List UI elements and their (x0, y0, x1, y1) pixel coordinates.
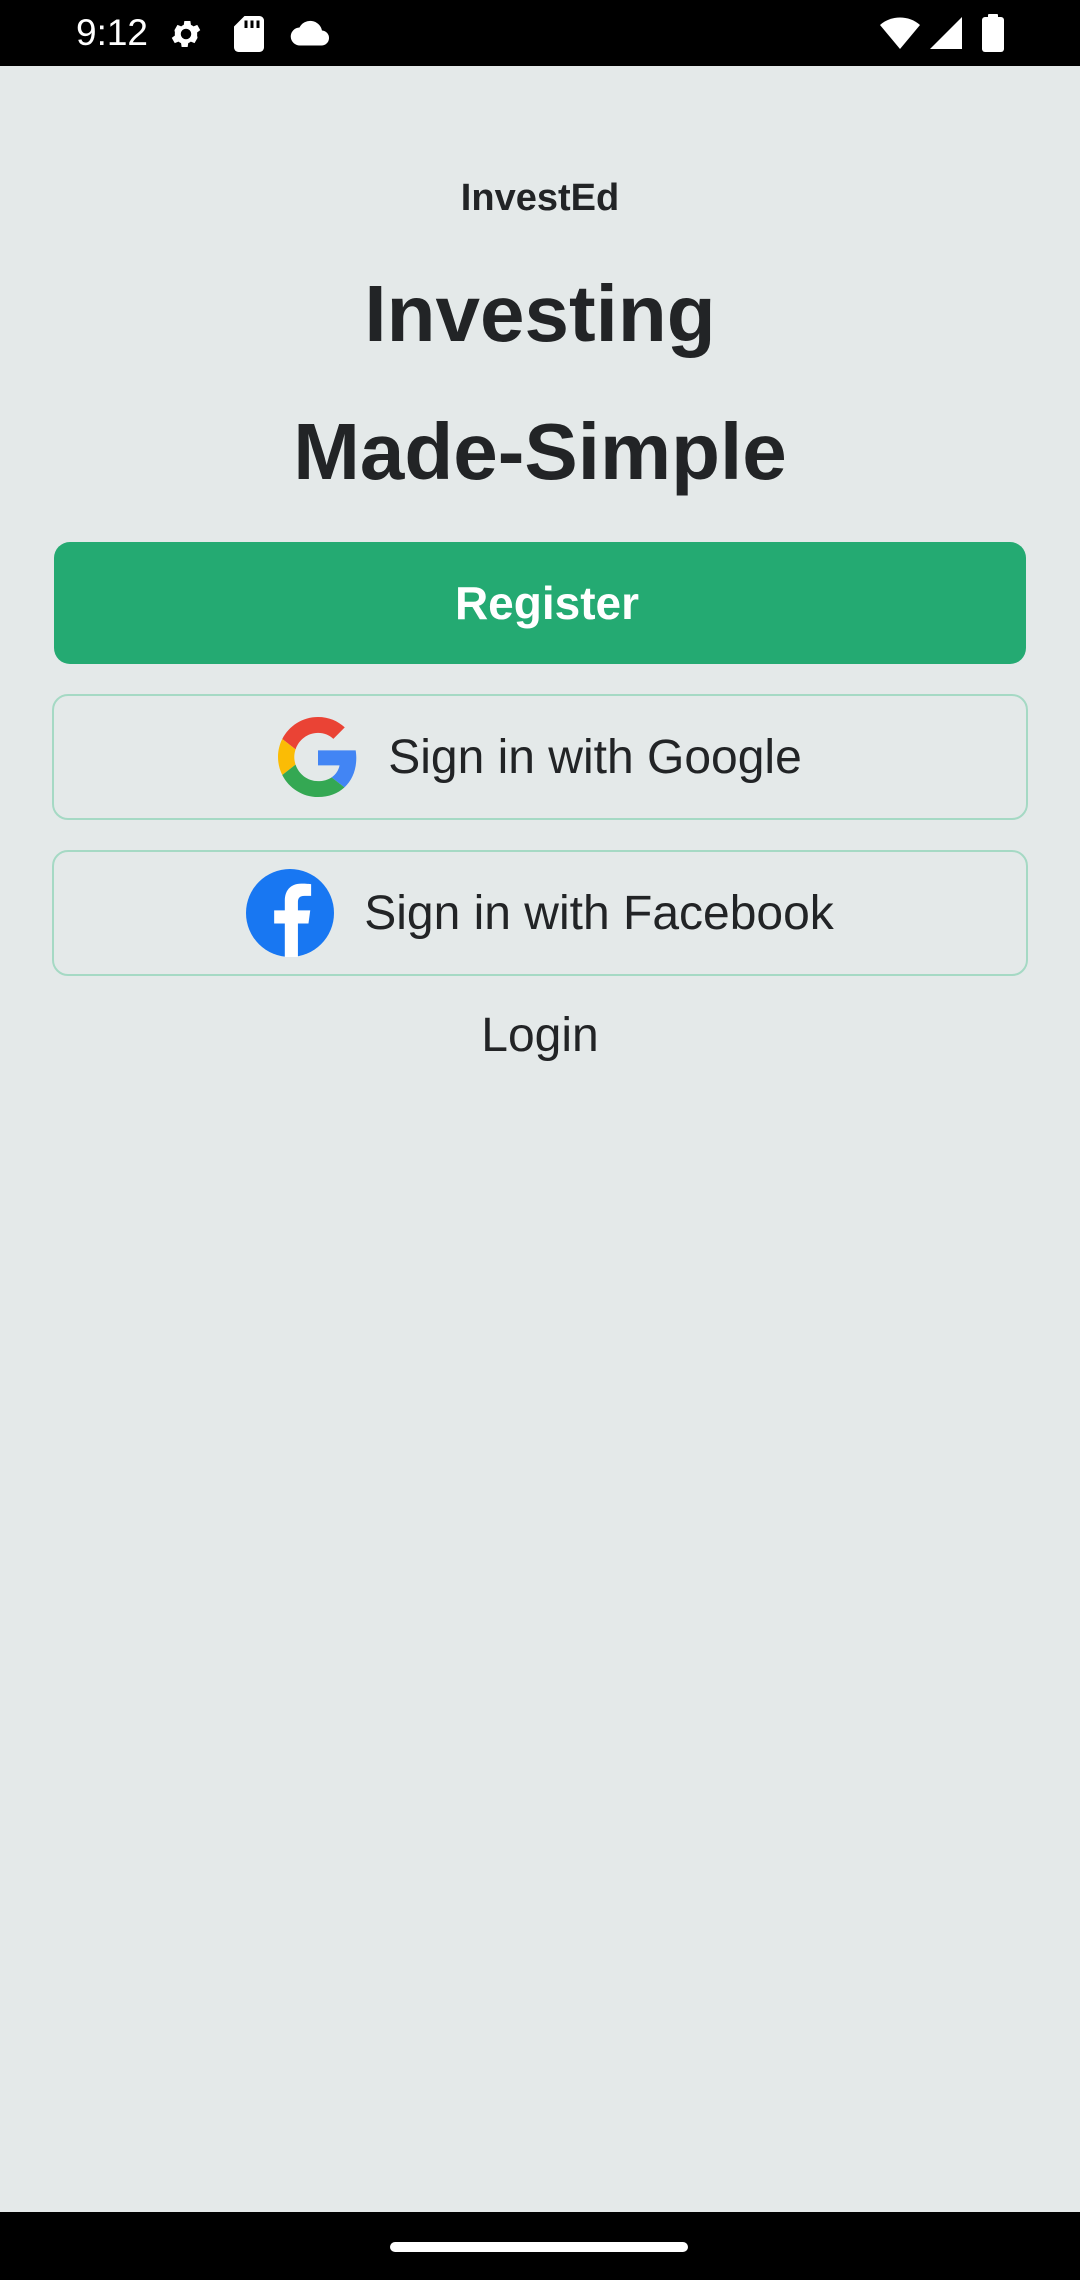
status-time: 9:12 (76, 12, 149, 53)
facebook-sign-in-button[interactable]: Sign in with Facebook (52, 850, 1028, 976)
google-icon (278, 717, 358, 797)
sd-card-icon (234, 16, 264, 57)
headline-line-1: Investing (364, 269, 716, 358)
google-sign-in-button[interactable]: Sign in with Google (52, 694, 1028, 820)
brand-name: InvestEd (460, 177, 620, 219)
battery-icon (982, 14, 1004, 57)
navigation-bar (0, 2212, 1080, 2280)
status-bar: 9:12 (0, 0, 1080, 66)
register-button-label: Register (454, 577, 640, 629)
facebook-icon (246, 869, 335, 957)
google-button-label: Sign in with Google (388, 730, 802, 784)
facebook-button-label: Sign in with Facebook (364, 886, 834, 940)
cloud-icon (290, 20, 330, 51)
welcome-screen: InvestEd Investing Made-Simple Register … (0, 66, 1080, 2212)
gear-icon (168, 16, 204, 57)
headline-line-2: Made-Simple (293, 407, 787, 496)
wifi-icon (880, 17, 920, 54)
register-button[interactable]: Register (54, 542, 1026, 664)
login-link[interactable]: Login (0, 1006, 1080, 1066)
home-indicator[interactable] (390, 2242, 688, 2252)
signal-icon (930, 17, 962, 54)
